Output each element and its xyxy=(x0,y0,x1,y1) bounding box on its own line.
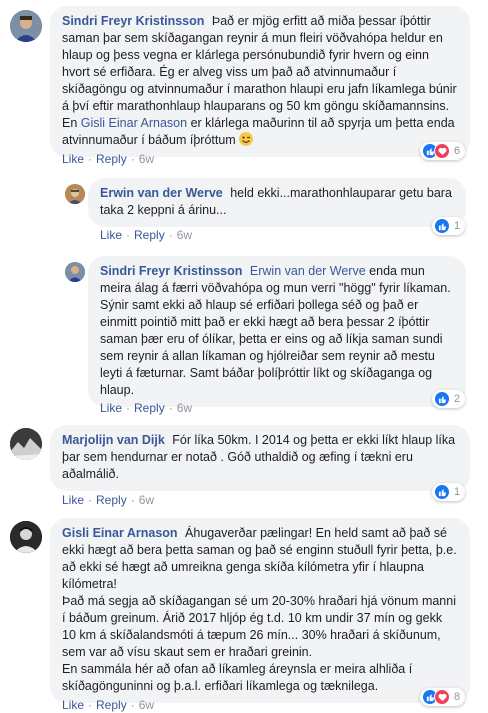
separator-dot: · xyxy=(88,698,93,712)
avatar[interactable] xyxy=(10,428,42,460)
timestamp[interactable]: 6w xyxy=(177,228,192,242)
reaction-count: 6 xyxy=(454,145,461,157)
like-reaction-icon xyxy=(434,218,450,234)
comment-bubble: Sindri Freyr Kristinsson Það er mjög erf… xyxy=(50,6,470,157)
comment-author[interactable]: Sindri Freyr Kristinsson xyxy=(100,264,242,278)
reaction-count: 8 xyxy=(454,691,461,703)
reaction-summary[interactable]: 1 xyxy=(432,217,466,235)
separator-dot: · xyxy=(88,493,93,507)
love-reaction-icon xyxy=(434,689,450,705)
comment-bubble: Gisli Einar Arnason Áhugaverðar pælingar… xyxy=(50,518,470,703)
separator-dot: · xyxy=(130,152,135,166)
comment-text: Það er mjög erfitt að miða þessar íþótti… xyxy=(62,14,457,130)
avatar[interactable] xyxy=(65,184,85,204)
mention-link[interactable]: Erwin van der Werve xyxy=(250,264,366,278)
comment-actions: Like · Reply · 6w xyxy=(100,227,192,243)
timestamp[interactable]: 6w xyxy=(139,152,154,166)
reaction-summary[interactable]: 2 xyxy=(432,390,466,408)
reaction-count: 1 xyxy=(454,486,461,498)
separator-dot: · xyxy=(168,401,173,415)
separator-dot: · xyxy=(88,152,93,166)
like-link[interactable]: Like xyxy=(62,698,84,712)
separator-dot: · xyxy=(168,228,173,242)
comment-text: enda mun meira álag á færri vöðvahópa og… xyxy=(100,264,451,397)
separator-dot: · xyxy=(126,401,131,415)
comment-bubble: Marjolijn van Dijk Fór líka 50km. I 2014… xyxy=(50,425,470,491)
reply-link[interactable]: Reply xyxy=(134,228,165,242)
mention-link[interactable]: Gisli Einar Arnason xyxy=(81,116,187,130)
avatar[interactable] xyxy=(65,262,85,282)
comment-author[interactable]: Marjolijn van Dijk xyxy=(62,433,165,447)
timestamp[interactable]: 6w xyxy=(139,698,154,712)
avatar[interactable] xyxy=(10,10,42,42)
wink-emoji xyxy=(239,132,254,146)
comment-actions: Like · Reply · 6w xyxy=(62,492,154,508)
comment-author[interactable]: Gisli Einar Arnason xyxy=(62,526,178,540)
separator-dot: · xyxy=(130,493,135,507)
comment-author[interactable]: Sindri Freyr Kristinsson xyxy=(62,14,204,28)
reply-link[interactable]: Reply xyxy=(96,152,127,166)
comment-author[interactable]: Erwin van der Werve xyxy=(100,186,223,200)
reaction-count: 2 xyxy=(454,393,461,405)
comment-bubble: Sindri Freyr Kristinsson Erwin van der W… xyxy=(88,256,466,407)
like-link[interactable]: Like xyxy=(62,493,84,507)
like-link[interactable]: Like xyxy=(100,228,122,242)
like-link[interactable]: Like xyxy=(100,401,122,415)
comment-actions: Like · Reply · 6w xyxy=(62,151,154,167)
love-reaction-icon xyxy=(434,143,450,159)
avatar[interactable] xyxy=(10,521,42,553)
separator-dot: · xyxy=(126,228,131,242)
like-link[interactable]: Like xyxy=(62,152,84,166)
reaction-count: 1 xyxy=(454,220,461,232)
comment-paragraph: Það má segja að skíðagangan sé um 20-30%… xyxy=(62,594,456,659)
comment-actions: Like · Reply · 6w xyxy=(62,697,154,713)
like-reaction-icon xyxy=(434,484,450,500)
reply-link[interactable]: Reply xyxy=(96,698,127,712)
comment-paragraph: En sammála hér að ofan að líkamleg áreyn… xyxy=(62,662,413,693)
separator-dot: · xyxy=(130,698,135,712)
timestamp[interactable]: 6w xyxy=(177,401,192,415)
reaction-summary[interactable]: 6 xyxy=(420,142,466,160)
reaction-summary[interactable]: 1 xyxy=(432,483,466,501)
reply-link[interactable]: Reply xyxy=(134,401,165,415)
like-reaction-icon xyxy=(434,391,450,407)
comment-actions: Like · Reply · 6w xyxy=(100,400,192,416)
reply-link[interactable]: Reply xyxy=(96,493,127,507)
reaction-summary[interactable]: 8 xyxy=(420,688,466,706)
timestamp[interactable]: 6w xyxy=(139,493,154,507)
comment-bubble: Erwin van der Werve held ekki...marathon… xyxy=(88,178,466,227)
